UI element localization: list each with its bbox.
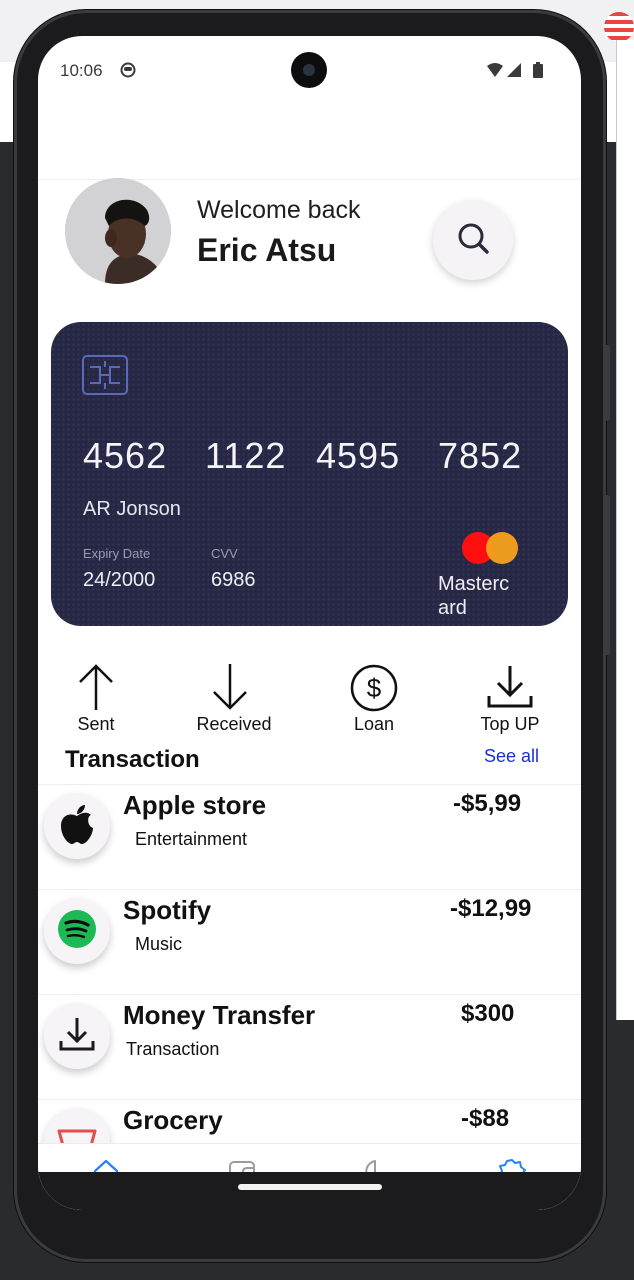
card-holder-name: AR Jonson	[83, 498, 181, 520]
phone-screen: 10:06 Welcome back Eric Atsu 4562 1122 4…	[38, 36, 581, 1210]
desktop-side-panel	[616, 40, 634, 1020]
transaction-amount: -$12,99	[450, 895, 532, 922]
transaction-icon-container	[44, 898, 110, 964]
svg-text:$: $	[367, 673, 382, 703]
transaction-row-spotify[interactable]: Spotify Music -$12,99	[38, 889, 581, 994]
battery-icon	[533, 62, 543, 83]
arrow-down-icon	[179, 662, 289, 712]
welcome-text: Welcome back	[197, 196, 361, 224]
transaction-amount: -$88	[461, 1105, 510, 1132]
transaction-name: Money Transfer	[123, 1000, 316, 1030]
download-icon	[455, 662, 565, 712]
transaction-section-title: Transaction	[65, 746, 200, 773]
cvv-label: CVV	[211, 546, 238, 561]
card-number-group-3: 4595	[316, 435, 401, 476]
expiry-label: Expiry Date	[83, 546, 151, 561]
download-icon	[57, 1014, 97, 1059]
action-label-sent: Sent	[77, 714, 115, 734]
action-received[interactable]: Received	[179, 662, 289, 742]
transaction-name: Apple store	[123, 790, 267, 820]
transaction-row-apple[interactable]: Apple store Entertainment -$5,99	[38, 784, 581, 889]
transaction-icon-container	[44, 1003, 110, 1069]
home-indicator[interactable]	[238, 1184, 382, 1190]
gesture-area	[38, 1172, 581, 1210]
status-time: 10:06	[60, 61, 103, 80]
wifi-icon	[486, 62, 504, 83]
card-chip-icon	[82, 355, 128, 400]
card-number-group-2: 1122	[205, 435, 287, 476]
card-number-group-4: 7852	[438, 435, 523, 476]
transaction-row-money-transfer[interactable]: Money Transfer Transaction $300	[38, 994, 581, 1099]
user-name: Eric Atsu	[197, 232, 337, 268]
expiry-value: 24/2000	[83, 569, 156, 591]
arrow-up-icon	[41, 662, 151, 712]
mastercard-logo-orange	[486, 532, 518, 564]
action-loan[interactable]: $ Loan	[319, 662, 429, 742]
ghost-status-icon	[120, 62, 136, 83]
apple-icon	[59, 804, 95, 849]
action-label-top-up: Top UP	[480, 714, 540, 734]
bank-card[interactable]: 4562 1122 4595 7852 AR Jonson Expiry Dat…	[51, 322, 568, 626]
transaction-category: Entertainment	[135, 829, 248, 849]
search-icon	[455, 220, 491, 261]
action-sent[interactable]: Sent	[41, 662, 151, 742]
transaction-amount: $300	[461, 1000, 515, 1027]
phone-volume-button	[603, 495, 610, 655]
signal-icon	[506, 62, 522, 83]
transaction-category: Music	[135, 934, 183, 954]
cvv-value: 6986	[211, 569, 256, 591]
see-all-link[interactable]: See all	[484, 746, 539, 767]
action-label-loan: Loan	[353, 714, 395, 734]
flag-icon	[604, 12, 634, 42]
transaction-name: Grocery	[123, 1105, 223, 1135]
avatar[interactable]	[65, 178, 171, 284]
card-brand: Mastercard	[438, 573, 510, 619]
transaction-amount: -$5,99	[453, 790, 522, 817]
transaction-icon-container	[44, 793, 110, 859]
transaction-category: Transaction	[126, 1039, 220, 1059]
card-number-group-1: 4562	[83, 435, 168, 476]
transaction-name: Spotify	[123, 895, 212, 925]
phone-side-button	[603, 345, 610, 421]
action-label-received: Received	[196, 714, 272, 734]
action-top-up[interactable]: Top UP	[455, 662, 565, 742]
spotify-icon	[57, 909, 97, 954]
front-camera	[291, 52, 327, 88]
search-button[interactable]	[433, 200, 513, 280]
dollar-circle-icon: $	[319, 662, 429, 712]
